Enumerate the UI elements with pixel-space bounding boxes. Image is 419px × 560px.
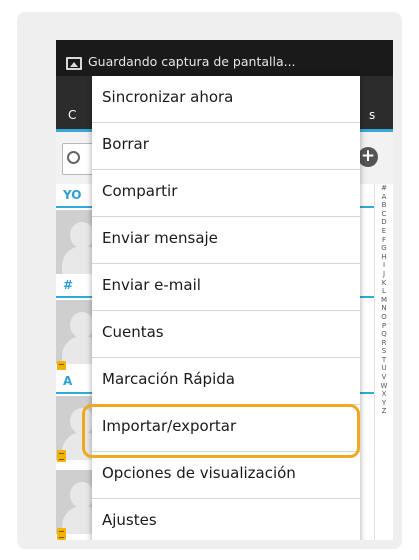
alphabet-index-letter[interactable]: U <box>375 364 393 373</box>
section-label: # <box>63 278 74 292</box>
alphabet-index-letter[interactable]: P <box>375 322 393 331</box>
alphabet-index-letter[interactable]: B <box>375 201 393 210</box>
menu-item-label: Sincronizar ahora <box>102 88 234 106</box>
menu-item-delete[interactable]: Borrar <box>92 123 360 170</box>
menu-item-send-email[interactable]: Enviar e-mail <box>92 264 360 311</box>
overflow-menu: Sincronizar ahora Borrar Compartir Envia… <box>92 76 360 540</box>
alphabet-index-letter[interactable]: E <box>375 227 393 236</box>
alphabet-index-letter[interactable]: O <box>375 313 393 322</box>
menu-item-label: Marcación Rápida <box>102 370 235 388</box>
menu-item-label: Borrar <box>102 135 149 153</box>
menu-item-share[interactable]: Compartir <box>92 170 360 217</box>
alphabet-index-letter[interactable]: W <box>375 382 393 391</box>
avatar[interactable] <box>56 470 96 534</box>
alphabet-index[interactable]: # A B C D E F G H I J K L M N O P Q R S T U V W X Y Z <box>374 184 393 540</box>
menu-item-display-options[interactable]: Opciones de visualización <box>92 452 360 499</box>
alphabet-index-letter[interactable]: R <box>375 339 393 348</box>
menu-item-label: Ajustes <box>102 511 157 529</box>
phone-screen: Guardando captura de pantalla... C s + Y… <box>56 40 393 540</box>
alphabet-index-letter[interactable]: Z <box>375 407 393 416</box>
alphabet-index-letter[interactable]: J <box>375 270 393 279</box>
add-contact-icon[interactable]: + <box>358 147 378 167</box>
alphabet-index-letter[interactable]: Y <box>375 399 393 408</box>
section-label: YO <box>63 188 82 202</box>
alphabet-index-letter[interactable]: # <box>375 184 393 193</box>
menu-item-send-message[interactable]: Enviar mensaje <box>92 217 360 264</box>
status-bar: Guardando captura de pantalla... <box>56 40 393 76</box>
alphabet-index-letter[interactable]: X <box>375 390 393 399</box>
alphabet-index-letter[interactable]: K <box>375 279 393 288</box>
alphabet-index-letter[interactable]: G <box>375 244 393 253</box>
menu-item-label: Enviar e-mail <box>102 276 201 294</box>
alphabet-index-letter[interactable]: V <box>375 373 393 382</box>
menu-item-label: Compartir <box>102 182 178 200</box>
avatar[interactable] <box>56 300 96 364</box>
sim-card-icon <box>57 528 66 540</box>
sim-card-icon <box>57 450 66 462</box>
search-icon <box>67 151 80 164</box>
menu-item-label: Cuentas <box>102 323 164 341</box>
alphabet-index-letter[interactable]: M <box>375 296 393 305</box>
highlight-outline <box>82 404 360 458</box>
alphabet-index-letter[interactable]: N <box>375 304 393 313</box>
alphabet-index-letter[interactable]: C <box>375 210 393 219</box>
alphabet-index-letter[interactable]: Q <box>375 330 393 339</box>
alphabet-index-letter[interactable]: F <box>375 236 393 245</box>
menu-item-speed-dial[interactable]: Marcación Rápida <box>92 358 360 405</box>
alphabet-index-letter[interactable]: S <box>375 347 393 356</box>
notification-text: Guardando captura de pantalla... <box>88 54 296 69</box>
alphabet-index-letter[interactable]: T <box>375 356 393 365</box>
menu-item-accounts[interactable]: Cuentas <box>92 311 360 358</box>
alphabet-index-letter[interactable]: D <box>375 218 393 227</box>
tab-contacts[interactable]: C <box>68 108 76 122</box>
alphabet-index-letter[interactable]: I <box>375 261 393 270</box>
avatar[interactable] <box>56 210 96 274</box>
alphabet-index-letter[interactable]: A <box>375 193 393 202</box>
menu-item-sync-now[interactable]: Sincronizar ahora <box>92 76 360 123</box>
tab-groups[interactable]: s <box>369 108 375 122</box>
screenshot-icon <box>66 57 82 70</box>
alphabet-index-letter[interactable]: L <box>375 287 393 296</box>
section-label: A <box>63 374 73 388</box>
menu-item-label: Enviar mensaje <box>102 229 218 247</box>
alphabet-index-letter[interactable]: H <box>375 253 393 262</box>
menu-item-settings[interactable]: Ajustes <box>92 499 360 540</box>
menu-item-label: Opciones de visualización <box>102 464 296 482</box>
